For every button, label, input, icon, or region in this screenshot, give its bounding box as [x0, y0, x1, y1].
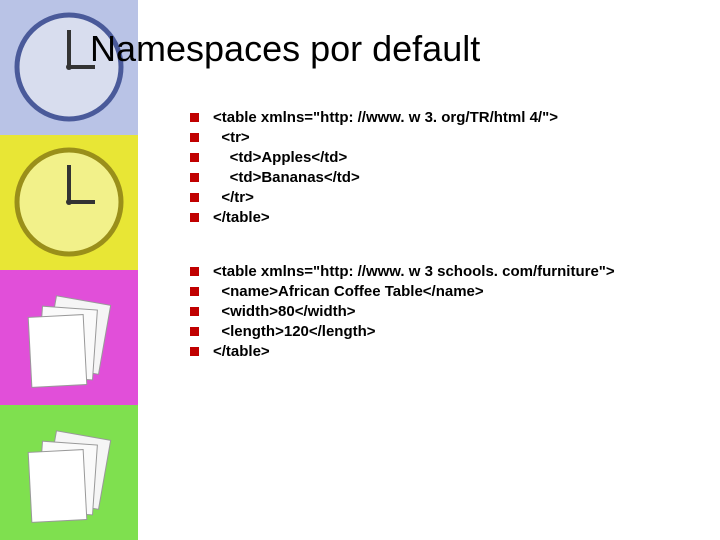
code-line: <length>120</length>	[213, 322, 376, 342]
code-line: <table xmlns="http: //www. w 3 schools. …	[213, 262, 615, 282]
bullet-icon	[190, 113, 199, 122]
code-line: <table xmlns="http: //www. w 3. org/TR/h…	[213, 108, 558, 128]
bullet-icon	[190, 267, 199, 276]
bullet-icon	[190, 173, 199, 182]
code-line: </table>	[213, 342, 270, 362]
bullet-icon	[190, 307, 199, 316]
clock-icon	[0, 135, 138, 270]
code-line: </table>	[213, 208, 270, 228]
code-line: <td>Bananas</td>	[213, 168, 360, 188]
bullet-icon	[190, 193, 199, 202]
slide-content: <table xmlns="http: //www. w 3. org/TR/h…	[190, 108, 690, 396]
bullet-icon	[190, 327, 199, 336]
bullet-icon	[190, 347, 199, 356]
bullet-icon	[190, 133, 199, 142]
slide-title: Namespaces por default	[90, 28, 480, 70]
bullet-icon	[190, 153, 199, 162]
papers-icon	[0, 405, 138, 540]
decorative-sidebar	[0, 0, 138, 540]
bullet-icon	[190, 287, 199, 296]
code-line: <name>African Coffee Table</name>	[213, 282, 484, 302]
code-line: <width>80</width>	[213, 302, 356, 322]
code-line: <td>Apples</td>	[213, 148, 347, 168]
code-line: </tr>	[213, 188, 254, 208]
code-block-2: <table xmlns="http: //www. w 3 schools. …	[190, 262, 690, 362]
code-block-1: <table xmlns="http: //www. w 3. org/TR/h…	[190, 108, 690, 228]
bullet-icon	[190, 213, 199, 222]
code-line: <tr>	[213, 128, 250, 148]
papers-icon	[0, 270, 138, 405]
